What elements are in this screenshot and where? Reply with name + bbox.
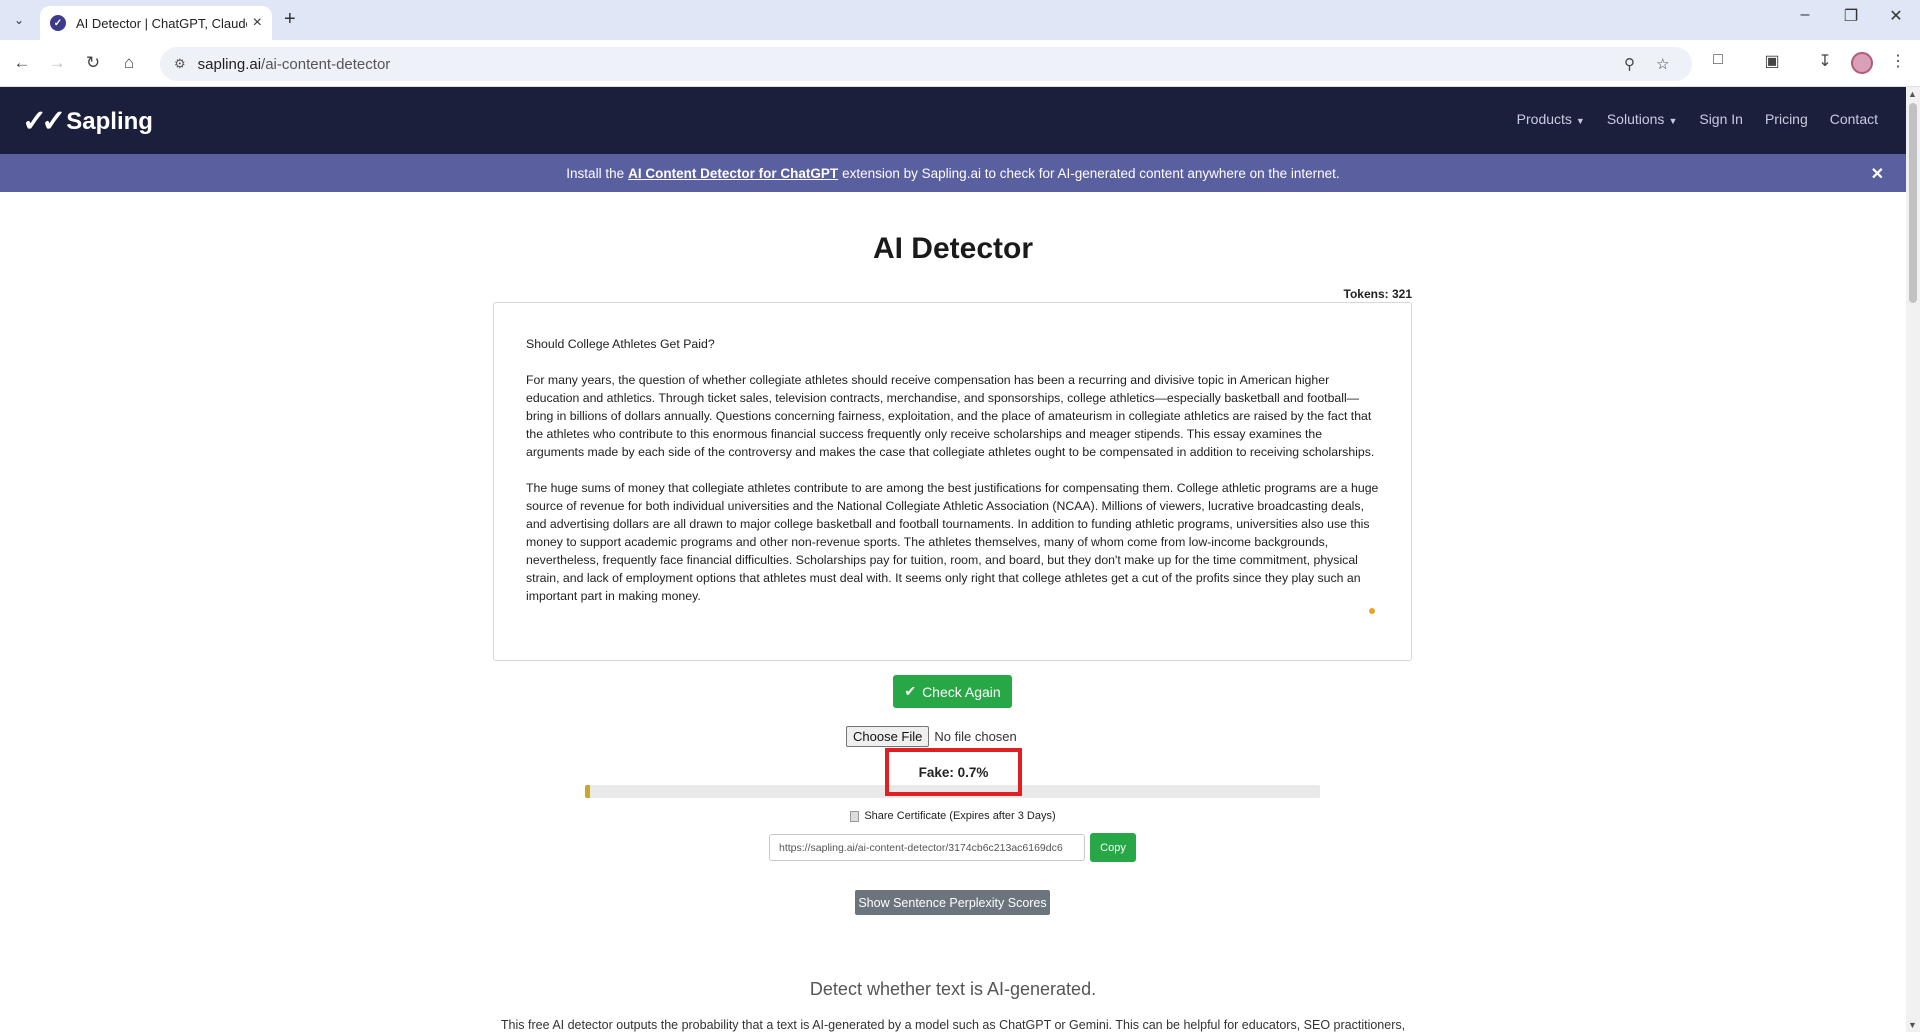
minimize-icon[interactable]: –	[1790, 6, 1820, 24]
menu-products[interactable]: Products ▼	[1517, 111, 1585, 127]
browser-tab-bar: ⌄ ✓ AI Detector | ChatGPT, Claude × + – …	[0, 0, 1920, 40]
tab-title: AI Detector | ChatGPT, Claude	[76, 15, 247, 31]
scroll-thumb[interactable]	[1909, 103, 1917, 303]
share-certificate-row: Share Certificate (Expires after 3 Days)	[0, 810, 1906, 822]
menu-sign-in[interactable]: Sign In	[1699, 111, 1743, 127]
essay-paragraph-1: For many years, the question of whether …	[526, 373, 1375, 459]
certificate-row: https://sapling.ai/ai-content-detector/3…	[769, 833, 1136, 862]
new-tab-icon[interactable]: +	[284, 8, 296, 31]
chevron-down-icon: ▼	[1575, 116, 1585, 126]
scroll-down-icon: ▼	[1908, 1020, 1917, 1030]
check-again-button[interactable]: ✔ Check Again	[893, 675, 1012, 708]
bookmark-star-icon[interactable]: ☆	[1656, 55, 1669, 73]
grammar-indicator-icon[interactable]	[1369, 608, 1375, 614]
fake-score-result: Fake: 0.7%	[885, 748, 1022, 796]
site-info-icon[interactable]: ⚙	[174, 56, 186, 72]
essay-heading: Should College Athletes Get Paid?	[526, 337, 715, 351]
extension-link[interactable]: AI Content Detector for ChatGPT	[628, 166, 838, 181]
sapling-logo[interactable]: ✓✓ Sapling	[22, 104, 153, 139]
extension-banner: Install the AI Content Detector for Chat…	[0, 154, 1906, 192]
screenshot-icon[interactable]: ▣	[1760, 51, 1784, 71]
browser-tab[interactable]: ✓ AI Detector | ChatGPT, Claude ×	[40, 6, 272, 40]
menu-pricing[interactable]: Pricing	[1765, 111, 1808, 127]
sapling-favicon-icon: ✓	[50, 15, 66, 31]
scroll-up-icon: ▲	[1908, 89, 1917, 99]
chevron-down-icon: ▼	[1668, 116, 1678, 126]
download-icon[interactable]: ↧	[1813, 51, 1837, 71]
profile-avatar[interactable]	[1851, 52, 1873, 74]
window-close-icon[interactable]: ✕	[1881, 6, 1911, 26]
essay-paragraph-2: The huge sums of money that collegiate a…	[526, 481, 1379, 603]
menu-contact[interactable]: Contact	[1830, 111, 1878, 127]
tab-close-icon[interactable]: ×	[253, 14, 262, 32]
certificate-url-field[interactable]: https://sapling.ai/ai-content-detector/3…	[769, 834, 1085, 861]
page-scrollbar[interactable]: ▲ ▼	[1906, 87, 1920, 1032]
choose-file-button[interactable]: Choose File	[846, 726, 930, 747]
menu-solutions[interactable]: Solutions ▼	[1607, 111, 1678, 127]
fake-probability-fill	[585, 785, 591, 798]
browser-toolbar: ← → ↻ ⌂ ⚙ sapling.ai/ai-content-detector…	[0, 40, 1920, 87]
section-description: This free AI detector outputs the probab…	[500, 1018, 1406, 1032]
logo-check-icon: ✓✓	[22, 105, 66, 138]
menu-kebab-icon[interactable]: ⋮	[1886, 51, 1910, 71]
text-input-area[interactable]: Should College Athletes Get Paid? For ma…	[493, 302, 1412, 661]
site-header: ✓✓ Sapling Products ▼ Solutions ▼ Sign In …	[0, 87, 1906, 154]
reload-icon[interactable]: ↻	[81, 51, 105, 75]
share-certificate-checkbox[interactable]	[850, 810, 860, 822]
main-menu: Products ▼ Solutions ▼ Sign In Pricing Con…	[1517, 111, 1878, 127]
extensions-icon[interactable]: □	[1706, 51, 1730, 69]
check-icon: ✔	[904, 683, 917, 699]
share-certificate-label: Share Certificate (Expires after 3 Days)	[864, 810, 1056, 822]
back-icon[interactable]: ←	[10, 51, 34, 75]
file-status: No file chosen	[934, 729, 1017, 744]
token-count: Tokens: 321	[1343, 287, 1412, 301]
zoom-icon[interactable]: ⚲	[1624, 55, 1635, 73]
page-title: AI Detector	[872, 232, 1034, 265]
forward-icon[interactable]: →	[45, 51, 69, 75]
restore-icon[interactable]: ❐	[1836, 6, 1866, 26]
url-text: sapling.ai/ai-content-detector	[197, 55, 391, 73]
address-bar[interactable]: ⚙ sapling.ai/ai-content-detector ⚲ ☆	[160, 47, 1692, 81]
copy-button[interactable]: Copy	[1090, 833, 1136, 862]
section-subheading: Detect whether text is AI-generated.	[809, 979, 1097, 999]
file-upload: Choose File No file chosen	[846, 726, 1017, 747]
banner-close-icon[interactable]: ✕	[1871, 164, 1884, 184]
tab-search-icon[interactable]: ⌄	[8, 9, 30, 31]
home-icon[interactable]: ⌂	[117, 51, 141, 75]
show-perplexity-button[interactable]: Show Sentence Perplexity Scores	[855, 890, 1050, 915]
